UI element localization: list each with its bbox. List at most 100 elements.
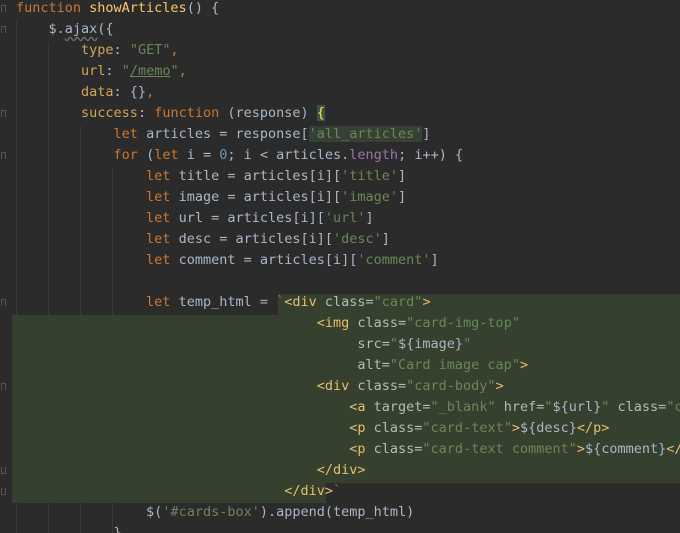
- code-token: type: [81, 42, 114, 58]
- code-token: :: [113, 42, 130, 58]
- fold-marker-icon[interactable]: [1, 299, 6, 306]
- code-token: ({: [97, 21, 114, 37]
- code-line[interactable]: <p class="card-text">${desc}</p>: [16, 418, 609, 439]
- code-token: title = articles[i][: [178, 168, 342, 184]
- code-token: /memo: [129, 63, 171, 79]
- code-token: >: [495, 378, 504, 394]
- code-line[interactable]: success: function (response) {: [16, 103, 325, 124]
- code-token: let: [146, 189, 179, 205]
- code-token: "card-img-top": [406, 315, 520, 331]
- code-token: () {: [186, 0, 220, 16]
- code-token: length: [349, 147, 399, 163]
- fold-gutter: [0, 0, 12, 533]
- code-token: :: [105, 63, 122, 79]
- code-line[interactable]: src="${image}": [16, 334, 471, 355]
- code-token: <div: [284, 294, 325, 310]
- fold-marker-icon[interactable]: [1, 5, 6, 12]
- code-line[interactable]: let temp_html = `<div class="card">: [16, 292, 431, 313]
- code-line[interactable]: $('#cards-box').append(temp_html): [16, 502, 414, 523]
- code-token: :: [137, 105, 155, 121]
- code-token: articles = response[: [146, 126, 309, 142]
- fold-marker-icon[interactable]: [1, 467, 6, 474]
- code-token: "_blank": [430, 399, 504, 415]
- code-line[interactable]: let image = articles[i]['image']: [16, 187, 406, 208]
- code-token: ajax: [64, 21, 98, 37]
- code-token: `: [333, 483, 342, 499]
- code-token: </div>: [284, 483, 333, 499]
- fold-marker-icon[interactable]: [1, 110, 6, 117]
- code-line[interactable]: let articles = response['all_articles']: [16, 124, 431, 145]
- fold-marker-icon[interactable]: [1, 488, 6, 495]
- code-token: ,: [146, 84, 155, 100]
- code-token: showArticles: [89, 0, 187, 16]
- code-token: let: [146, 231, 179, 247]
- code-line[interactable]: let desc = articles[i]['desc']: [16, 229, 390, 250]
- code-token: class=: [357, 315, 407, 331]
- code-line[interactable]: function showArticles() {: [16, 0, 219, 19]
- code-line[interactable]: let url = articles[i]['url']: [16, 208, 374, 229]
- code-line[interactable]: <a target="_blank" href="${url}" class="…: [16, 397, 680, 418]
- code-token: ]: [398, 168, 407, 184]
- code-token: class=: [373, 441, 423, 457]
- code-line[interactable]: <img class="card-img-top": [16, 313, 520, 334]
- code-line[interactable]: type: "GET",: [16, 40, 179, 61]
- code-editor[interactable]: function showArticles() { $.ajax({ type:…: [0, 0, 680, 533]
- code-token: "card": [373, 294, 423, 310]
- code-token: data: [81, 84, 114, 100]
- fold-marker-icon[interactable]: [1, 26, 6, 33]
- code-token: $(: [146, 504, 163, 520]
- code-token: (temp_html): [324, 504, 415, 520]
- code-line[interactable]: </div>: [16, 460, 366, 481]
- code-token: url: [81, 63, 106, 79]
- code-token: ]: [365, 210, 374, 226]
- code-line[interactable]: </div>`: [16, 481, 341, 502]
- code-token: ${image}: [398, 336, 464, 352]
- code-line[interactable]: <div class="card-body">: [16, 376, 504, 397]
- code-token: }: [16, 525, 122, 533]
- code-token: class=: [324, 294, 374, 310]
- fold-marker-icon[interactable]: [1, 383, 6, 390]
- code-token: : {}: [113, 84, 147, 100]
- code-token: class=: [617, 399, 667, 415]
- fold-marker-icon[interactable]: [1, 152, 6, 159]
- code-token: ,: [178, 63, 187, 79]
- code-token: ]: [430, 252, 439, 268]
- code-line[interactable]: let comment = articles[i]['comment']: [16, 250, 439, 271]
- code-line[interactable]: <p class="card-text comment">${comment}<…: [16, 439, 680, 460]
- code-token: let: [146, 168, 179, 184]
- code-token: ,: [170, 42, 179, 58]
- code-token: ).: [259, 504, 277, 520]
- code-line[interactable]: $.ajax({: [16, 19, 114, 40]
- code-token: image = articles[i][: [178, 189, 342, 205]
- code-line[interactable]: alt="Card image cap">: [16, 355, 528, 376]
- code-line[interactable]: let title = articles[i]['title']: [16, 166, 406, 187]
- code-line[interactable]: data: {},: [16, 82, 154, 103]
- code-token: append: [276, 504, 325, 520]
- code-token: ": [601, 399, 618, 415]
- code-token: </p>: [666, 441, 680, 457]
- code-token: 'image': [341, 189, 399, 205]
- code-line[interactable]: url: "/memo",: [16, 61, 187, 82]
- code-token: target=: [373, 399, 431, 415]
- code-token: >: [511, 420, 520, 436]
- code-token: let: [146, 210, 179, 226]
- code-token: url = articles[i][: [178, 210, 325, 226]
- code-token: "card-text": [422, 420, 512, 436]
- code-line[interactable]: }: [16, 523, 122, 533]
- code-token: desc = articles[i][: [178, 231, 333, 247]
- code-line[interactable]: for (let i = 0; i < articles.length; i++…: [16, 145, 464, 166]
- code-token: let: [154, 147, 187, 163]
- code-token: <p: [349, 420, 374, 436]
